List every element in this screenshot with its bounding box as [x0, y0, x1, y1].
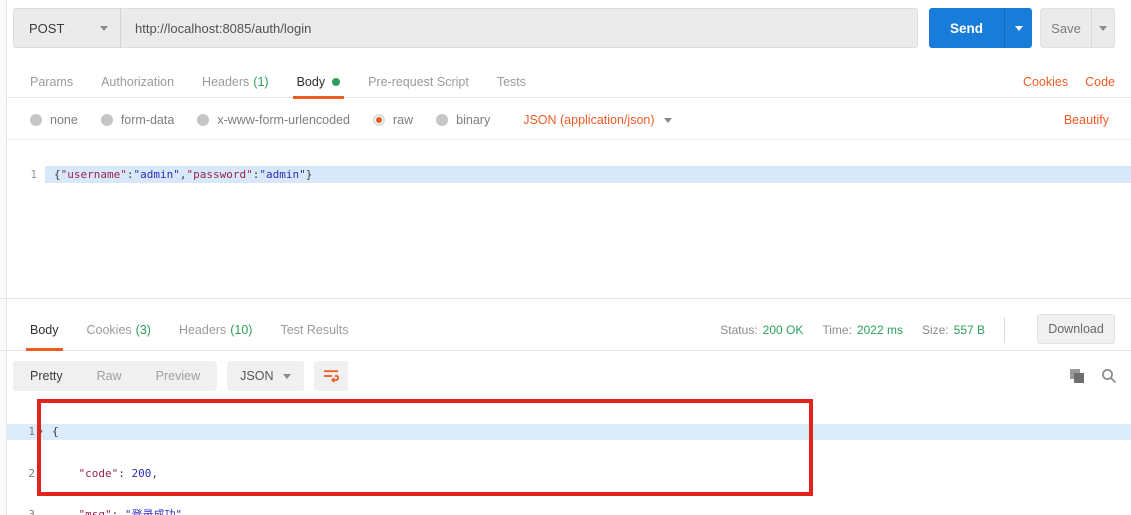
tab-prerequest-script[interactable]: Pre-request Script [354, 66, 483, 98]
save-button[interactable]: Save [1040, 8, 1115, 48]
red-annotation-rectangle [37, 399, 813, 496]
send-label: Send [949, 20, 983, 36]
gutter-spacer [35, 466, 47, 482]
tab-response-body[interactable]: Body [16, 309, 73, 351]
postman-window: POST http://localhost:8085/auth/login Se… [0, 0, 1131, 515]
response-line: { [52, 425, 59, 438]
beautify-row: Beautify [1064, 104, 1109, 136]
send-options-button[interactable] [1004, 8, 1032, 48]
radio-binary[interactable]: binary [436, 113, 490, 127]
fold-caret-icon[interactable]: ▾ [35, 424, 47, 440]
tab-response-headers[interactable]: Headers (10) [165, 309, 266, 350]
radio-none[interactable]: none [30, 113, 78, 127]
time-badge: Time: 2022 ms [822, 322, 903, 337]
response-body-editor[interactable]: 1 ▾ { 2 "code": 200, 3 "msg": "登录成功", 4 … [7, 398, 1131, 515]
url-value: http://localhost:8085/auth/login [135, 20, 312, 36]
content-type-select[interactable]: JSON (application/json) [523, 113, 672, 127]
request-links: Cookies Code [1023, 66, 1115, 98]
body-type-options: none form-data x-www-form-urlencoded raw… [30, 104, 672, 136]
request-url-bar: POST http://localhost:8085/auth/login Se… [13, 8, 1115, 48]
chevron-down-icon [100, 25, 108, 31]
response-actions [1069, 360, 1117, 392]
line-number: 2 [28, 466, 35, 480]
tab-tests[interactable]: Tests [483, 66, 540, 98]
divider [1004, 316, 1005, 343]
tab-body[interactable]: Body [283, 66, 355, 99]
chevron-down-icon [1099, 25, 1107, 31]
tab-headers[interactable]: Headers (1) [188, 66, 283, 98]
method-select[interactable]: POST [14, 9, 121, 47]
cookies-count-badge: (3) [135, 322, 151, 337]
send-button[interactable]: Send [929, 8, 1032, 48]
status-badge: Status: 200 OK [720, 322, 804, 337]
headers-count-badge: (1) [253, 75, 269, 89]
size-badge: Size: 557 B [921, 322, 985, 337]
request-body-editor[interactable]: 1 {"username":"admin","password":"admin"… [7, 139, 1131, 297]
tab-test-results[interactable]: Test Results [266, 309, 362, 350]
divider [0, 350, 1131, 351]
save-label: Save [1051, 20, 1081, 36]
radio-icon [436, 114, 449, 126]
body-modified-dot [332, 78, 341, 86]
radio-selected-icon [373, 114, 385, 126]
chevron-down-icon [663, 117, 672, 123]
wrap-lines-button[interactable] [314, 361, 349, 391]
cookies-link[interactable]: Cookies [1023, 75, 1068, 89]
beautify-link[interactable]: Beautify [1064, 113, 1109, 127]
view-preview[interactable]: Preview [139, 361, 217, 391]
request-tabs: Params Authorization Headers (1) Body Pr… [16, 66, 540, 99]
request-body-line: {"username":"admin","password":"admin"} [45, 166, 1131, 183]
radio-raw[interactable]: raw [373, 113, 413, 127]
radio-icon [30, 114, 42, 126]
response-headers-count-badge: (10) [230, 322, 253, 337]
method-url-group: POST http://localhost:8085/auth/login [13, 8, 918, 48]
response-toolbar: Pretty Raw Preview JSON [13, 360, 349, 392]
line-number: 3 [28, 508, 35, 515]
response-line: "code": 200, [52, 466, 158, 480]
code-link[interactable]: Code [1085, 75, 1115, 89]
response-view-switcher: Pretty Raw Preview [13, 361, 218, 391]
divider [0, 298, 1131, 299]
word-wrap-icon [323, 370, 339, 383]
url-input[interactable]: http://localhost:8085/auth/login [121, 9, 917, 47]
line-number: 1 [30, 168, 37, 181]
response-line: "msg": "登录成功", [52, 508, 189, 515]
search-icon[interactable] [1101, 368, 1117, 384]
tab-response-cookies[interactable]: Cookies (3) [73, 309, 165, 350]
sidebar-edge [0, 0, 7, 515]
chevron-down-icon [283, 373, 292, 379]
download-button[interactable]: Download [1037, 314, 1115, 344]
save-options-button[interactable] [1091, 9, 1114, 47]
tab-params[interactable]: Params [16, 66, 87, 98]
radio-icon [100, 114, 113, 126]
line-number: 1 [28, 425, 35, 438]
tab-authorization[interactable]: Authorization [87, 66, 188, 98]
radio-icon [197, 114, 210, 126]
radio-form-data[interactable]: form-data [100, 113, 174, 127]
method-value: POST [29, 20, 65, 36]
chevron-down-icon [1014, 25, 1023, 31]
response-tabs: Body Cookies (3) Headers (10) Test Resul… [16, 309, 363, 351]
view-raw[interactable]: Raw [80, 361, 139, 391]
view-pretty[interactable]: Pretty [13, 361, 80, 391]
response-format-select[interactable]: JSON [227, 361, 305, 391]
copy-icon[interactable] [1069, 368, 1085, 384]
gutter-spacer [35, 507, 47, 515]
radio-x-www-form-urlencoded[interactable]: x-www-form-urlencoded [197, 113, 350, 127]
response-status-group: Status: 200 OK Time: 2022 ms Size: 557 B [720, 309, 1005, 350]
